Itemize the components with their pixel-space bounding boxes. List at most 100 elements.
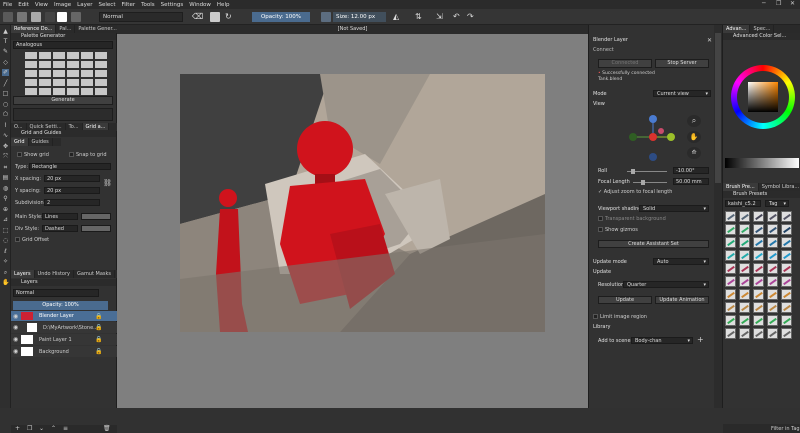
panel-close-icon[interactable]: ✕ xyxy=(707,37,712,44)
div-color-swatch[interactable] xyxy=(81,225,111,232)
y-spacing-input[interactable]: 20 px xyxy=(44,187,100,194)
brush-preset[interactable] xyxy=(725,315,736,326)
eye-icon[interactable]: ◉ xyxy=(13,348,18,355)
eyedropper-icon[interactable]: ⚲ xyxy=(2,195,9,202)
brush-preset[interactable] xyxy=(753,315,764,326)
main-style-select[interactable]: Lines xyxy=(42,213,78,220)
update-animation-button[interactable]: Update Animation xyxy=(655,296,709,304)
focal-slider-handle[interactable] xyxy=(641,180,645,185)
brush-tag-select[interactable]: Tag xyxy=(765,200,789,207)
brush-preset[interactable] xyxy=(725,302,736,313)
add-layer-icon[interactable]: + xyxy=(15,425,20,432)
palette-color-bar[interactable] xyxy=(13,108,113,121)
brush-preset[interactable] xyxy=(767,315,778,326)
brush-preset[interactable] xyxy=(739,328,750,339)
brush-preset[interactable] xyxy=(781,302,792,313)
layer-row[interactable]: ◉ D:\MyArtwork\Stone... 🔒 xyxy=(11,322,117,333)
brush-preset[interactable] xyxy=(767,237,778,248)
generate-button[interactable]: Generate xyxy=(13,96,113,105)
edit-shapes-icon[interactable]: ◇ xyxy=(2,59,9,66)
tab-grid[interactable]: Grid xyxy=(11,138,29,146)
tab-brush-presets[interactable]: Brush Pre... xyxy=(723,183,759,191)
swatch[interactable] xyxy=(25,79,37,86)
brush-filter-input[interactable]: kaishi_c5.2 xyxy=(725,200,761,207)
menu-select[interactable]: Select xyxy=(99,2,116,8)
grid-type-select[interactable]: Rectangle xyxy=(29,163,111,170)
menu-view[interactable]: View xyxy=(35,2,48,8)
tab-guides[interactable]: Guides xyxy=(29,138,53,146)
saturation-value-square[interactable] xyxy=(748,82,778,112)
brush-preset[interactable] xyxy=(767,276,778,287)
update-mode-select[interactable]: Auto xyxy=(653,258,709,265)
div-style-select[interactable]: Dashed xyxy=(42,225,78,232)
magic-wand-icon[interactable]: ✧ xyxy=(2,258,9,265)
brush-preset[interactable] xyxy=(739,289,750,300)
brush-preset[interactable] xyxy=(781,328,792,339)
transform-tool-icon[interactable]: ✥ xyxy=(2,143,9,150)
brush-preset[interactable] xyxy=(739,263,750,274)
layer-row[interactable]: ◉ Paint Layer 1 🔒 xyxy=(11,334,117,345)
lock-icon[interactable]: 🔒 xyxy=(95,324,102,331)
brush-preset[interactable] xyxy=(767,211,778,222)
color-wheel[interactable] xyxy=(731,65,795,129)
mirror-vertical-icon[interactable]: ⇅ xyxy=(415,12,425,22)
canvas-image[interactable] xyxy=(180,74,545,332)
brush-preset[interactable] xyxy=(781,289,792,300)
main-color-swatch[interactable] xyxy=(81,213,111,220)
brush-preset[interactable] xyxy=(781,315,792,326)
gizmo-x-axis[interactable] xyxy=(649,133,657,141)
move-up-icon[interactable]: ⌃ xyxy=(51,425,56,432)
tab-symbol-library[interactable]: Symbol Libra... xyxy=(759,183,800,191)
brush-preset[interactable] xyxy=(739,237,750,248)
create-assistant-button[interactable]: Create Assistant Set xyxy=(598,240,709,248)
maximize-icon[interactable]: ❐ xyxy=(776,0,781,7)
link-spacing-icon[interactable]: ⛓ xyxy=(103,179,112,187)
menu-window[interactable]: Window xyxy=(189,2,211,8)
tab-palette-generator[interactable]: Palette Gener... xyxy=(75,25,121,33)
layer-blend-select[interactable]: Normal xyxy=(13,289,99,297)
redo-icon[interactable]: ↷ xyxy=(467,12,477,22)
opacity-slider[interactable]: Opacity: 100% xyxy=(252,12,310,22)
swatch[interactable] xyxy=(39,61,51,68)
swatch[interactable] xyxy=(25,52,37,59)
undo-icon[interactable]: ↶ xyxy=(453,12,463,22)
polyline-tool-icon[interactable]: ⌇ xyxy=(2,122,9,129)
move-tool-icon[interactable]: ⤧ xyxy=(2,153,9,160)
crop-tool-icon[interactable]: ⌗ xyxy=(2,164,9,171)
measure-tool-icon[interactable]: ⊿ xyxy=(2,216,9,223)
swatch[interactable] xyxy=(25,88,37,95)
brush-preset[interactable] xyxy=(739,302,750,313)
ellipse-tool-icon[interactable]: ○ xyxy=(2,101,9,108)
brush-preset[interactable] xyxy=(781,211,792,222)
roll-input[interactable]: -10.00° xyxy=(673,167,709,174)
swatch[interactable] xyxy=(95,79,107,86)
blend-mode-select[interactable]: Normal xyxy=(99,12,183,22)
eye-icon[interactable]: ◉ xyxy=(13,324,18,331)
brush-preset[interactable] xyxy=(753,263,764,274)
gizmo-neg-x-axis[interactable] xyxy=(658,128,664,134)
brush-preset[interactable] xyxy=(767,328,778,339)
add-to-scene-select[interactable]: Body-chan xyxy=(631,337,693,344)
brush-preset[interactable] xyxy=(725,328,736,339)
close-icon[interactable]: ✕ xyxy=(790,0,795,7)
gizmo-z-axis[interactable] xyxy=(649,115,657,123)
brush-preset[interactable] xyxy=(739,224,750,235)
gizmo-neg-z-axis[interactable] xyxy=(649,153,657,161)
swatch[interactable] xyxy=(81,70,93,77)
tab-specific-color[interactable]: Spec... xyxy=(750,25,775,33)
brush-preset[interactable] xyxy=(767,289,778,300)
adjust-zoom-checkbox[interactable]: ✓ Adjust zoom to focal length xyxy=(598,189,672,195)
duplicate-layer-icon[interactable]: ❐ xyxy=(27,425,32,432)
viewport-shading-select[interactable]: Solid xyxy=(639,205,709,212)
brush-preset[interactable] xyxy=(753,224,764,235)
gizmo-neg-y-axis[interactable] xyxy=(629,133,637,141)
brush-preset[interactable] xyxy=(725,224,736,235)
polygon-tool-icon[interactable]: ⬠ xyxy=(2,111,9,118)
brush-preset[interactable] xyxy=(739,276,750,287)
swatch[interactable] xyxy=(67,79,79,86)
filter-in-tag-label[interactable]: Filter in Tag xyxy=(771,426,800,432)
brush-preset[interactable] xyxy=(781,237,792,248)
scrollbar-thumb[interactable] xyxy=(715,33,721,183)
stop-server-button[interactable]: Stop Server xyxy=(655,59,709,68)
swatch[interactable] xyxy=(53,88,65,95)
